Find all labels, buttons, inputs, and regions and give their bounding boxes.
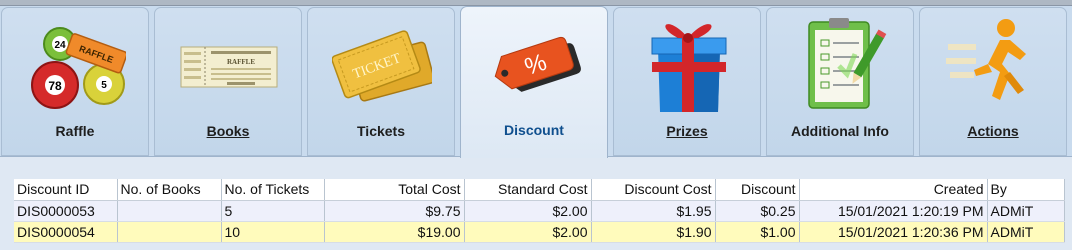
- col-standard-cost[interactable]: Standard Cost: [464, 179, 592, 201]
- cell-discount-id[interactable]: DIS0000053: [14, 200, 118, 222]
- col-discount-id[interactable]: Discount ID: [14, 179, 118, 201]
- cell-no-of-books[interactable]: [117, 221, 222, 243]
- discount-tag-icon: %: [494, 36, 581, 92]
- table-row[interactable]: DIS0000053 5 $9.75 $2.00 $1.95 $0.25 15/…: [14, 200, 1065, 222]
- col-created[interactable]: Created: [799, 179, 988, 201]
- cell-by[interactable]: ADMiT: [987, 221, 1065, 243]
- tab-tickets[interactable]: TICKET Tickets: [307, 7, 455, 156]
- col-no-of-tickets[interactable]: No. of Tickets: [221, 179, 325, 201]
- tab-books-label: Books: [155, 123, 301, 139]
- raffle-book-icon: RAFFLE: [180, 46, 278, 88]
- cell-discount-cost[interactable]: $1.90: [591, 221, 716, 243]
- tab-raffle[interactable]: 24 5 78 RAFFLE Raffle: [1, 7, 149, 156]
- tab-books[interactable]: RAFFLE Books: [154, 7, 302, 156]
- tab-actions-text: Actions: [967, 123, 1019, 139]
- table-header-row: Discount ID No. of Books No. of Tickets …: [14, 179, 1065, 201]
- cell-total-cost[interactable]: $9.75: [324, 200, 465, 222]
- tab-actions[interactable]: Actions: [919, 7, 1067, 156]
- raffle-balls-icon: 24 5 78 RAFFLE: [31, 27, 126, 109]
- cell-discount-id[interactable]: DIS0000054: [14, 221, 118, 243]
- ball-24-label: 24: [54, 40, 66, 51]
- cell-discount[interactable]: $1.00: [715, 221, 800, 243]
- tab-discount[interactable]: % Discount: [460, 6, 608, 158]
- tickets-icon: TICKET: [332, 30, 432, 102]
- gift-box-icon: [651, 24, 727, 112]
- cell-discount-cost[interactable]: $1.95: [591, 200, 716, 222]
- tab-raffle-label: Raffle: [2, 123, 148, 139]
- cell-created[interactable]: 15/01/2021 1:20:36 PM: [799, 221, 988, 243]
- tab-additional-info-label: Additional Info: [767, 123, 913, 139]
- cell-no-of-tickets[interactable]: 5: [221, 200, 325, 222]
- tab-prizes-label: Prizes: [614, 123, 760, 139]
- tab-additional-info-text: Additional Info: [791, 123, 889, 139]
- ribbon-tabs: 24 5 78 RAFFLE Raffle RAFFLE Books TICKE…: [0, 6, 1072, 158]
- tab-books-text: Books: [206, 123, 250, 139]
- discount-grid: Discount ID No. of Books No. of Tickets …: [0, 156, 1072, 250]
- cell-by[interactable]: ADMiT: [987, 200, 1065, 222]
- tab-discount-text: Discount: [504, 122, 564, 138]
- ball-5-label: 5: [101, 80, 107, 91]
- book-title-text: RAFFLE: [227, 58, 255, 66]
- col-by[interactable]: By: [987, 179, 1065, 201]
- cell-standard-cost[interactable]: $2.00: [464, 221, 592, 243]
- tab-actions-label: Actions: [920, 123, 1066, 139]
- tab-prizes-text: Prizes: [666, 123, 708, 139]
- running-man-icon: [946, 19, 1026, 100]
- cell-discount[interactable]: $0.25: [715, 200, 800, 222]
- col-total-cost[interactable]: Total Cost: [324, 179, 465, 201]
- cell-standard-cost[interactable]: $2.00: [464, 200, 592, 222]
- cell-no-of-books[interactable]: [117, 200, 222, 222]
- ball-78-label: 78: [48, 79, 62, 93]
- tab-discount-label: Discount: [461, 122, 607, 138]
- table-row[interactable]: DIS0000054 10 $19.00 $2.00 $1.90 $1.00 1…: [14, 221, 1065, 243]
- cell-total-cost[interactable]: $19.00: [324, 221, 465, 243]
- clipboard-icon: [808, 18, 887, 109]
- cell-created[interactable]: 15/01/2021 1:20:19 PM: [799, 200, 988, 222]
- col-no-of-books[interactable]: No. of Books: [117, 179, 222, 201]
- cell-no-of-tickets[interactable]: 10: [221, 221, 325, 243]
- tab-prizes[interactable]: Prizes: [613, 7, 761, 156]
- discount-table: Discount ID No. of Books No. of Tickets …: [14, 179, 1065, 243]
- col-discount[interactable]: Discount: [715, 179, 800, 201]
- tab-additional-info[interactable]: Additional Info: [766, 7, 914, 156]
- col-discount-cost[interactable]: Discount Cost: [591, 179, 716, 201]
- tab-tickets-label: Tickets: [308, 123, 454, 139]
- tab-raffle-text: Raffle: [55, 123, 95, 139]
- tab-tickets-text: Tickets: [357, 123, 405, 139]
